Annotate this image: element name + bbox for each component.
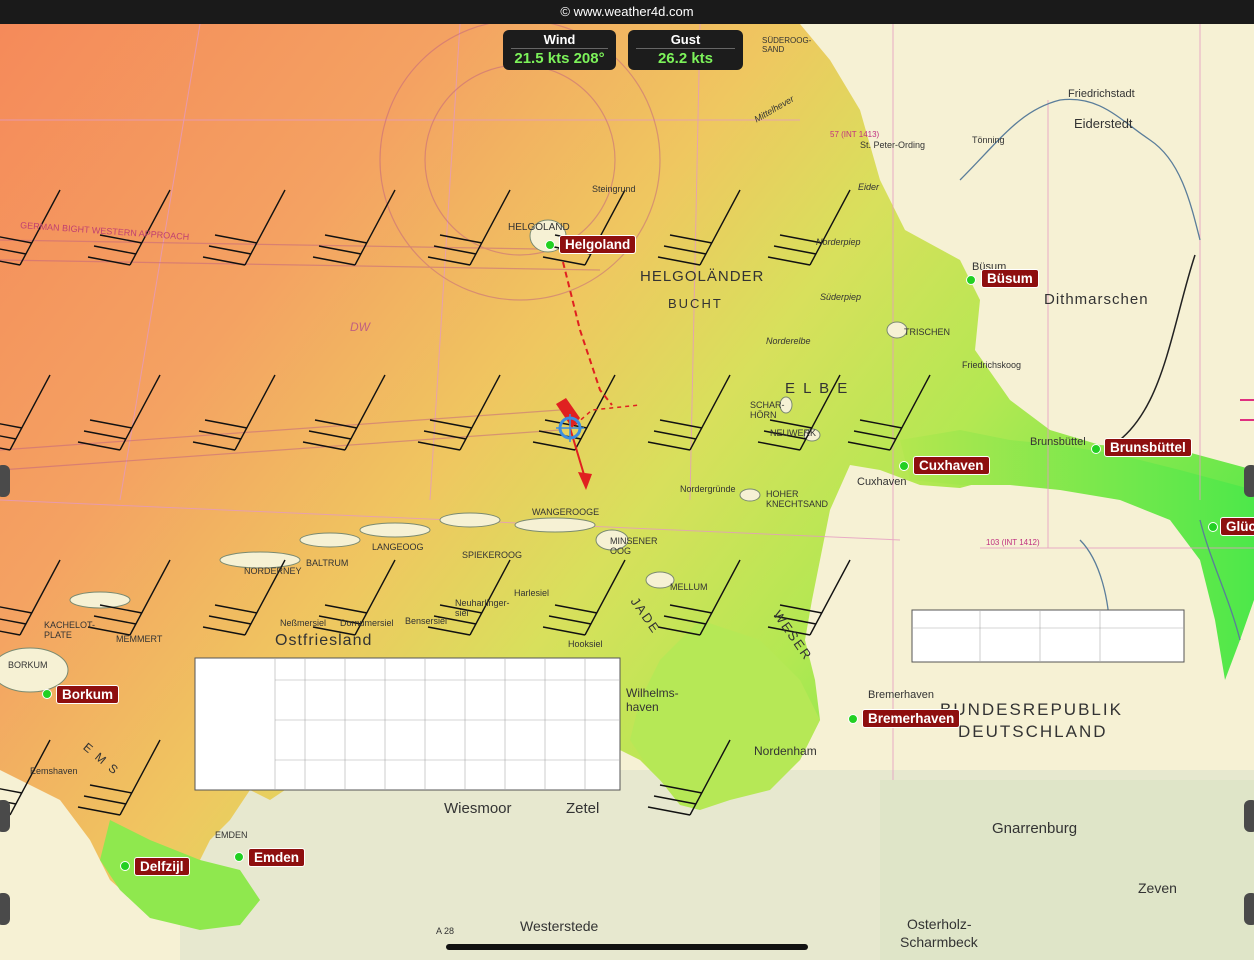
place-label-brunsbuettel[interactable]: Brunsbüttel [1104,438,1192,457]
island-norderney: NORDERNEY [244,566,302,576]
place-label-borkum[interactable]: Borkum [56,685,120,704]
island-scharhoern: SCHAR- HÖRN [750,400,785,420]
sandbank-steingrund: Steingrund [592,184,636,194]
place-label-delfzijl[interactable]: Delfzijl [134,857,190,876]
island-mellum: MELLUM [670,582,708,592]
town-zetel: Zetel [566,800,600,817]
chart-ref-103: 103 (INT 1412) [986,538,1040,547]
town-bremerhaven: Bremerhaven [868,689,935,701]
island-memmert: MEMMERT [116,634,163,644]
road-a28: A 28 [436,926,455,936]
topo-land-east [880,780,1254,960]
region-bundesrepublik: BUNDESREPUBLIK [940,700,1123,719]
town-gnarrenburg: Gnarrenburg [992,820,1078,837]
town-wilhelmshaven: Wilhelms- haven [626,686,679,714]
island-borkum: BORKUM [8,660,48,670]
town-wiesmoor: Wiesmoor [444,800,512,817]
marker-bremerhaven[interactable] [848,714,858,724]
region-dithmarschen: Dithmarschen [1044,291,1149,308]
right-panel-handle[interactable] [1244,465,1254,497]
town-cuxhaven: Cuxhaven [857,476,907,488]
river-elbe: E L B E [785,380,850,397]
town-osterholz: Osterholz- [907,916,972,932]
left-panel-handle-bottom[interactable] [0,893,10,925]
gust-readout: Gust 26.2 kts [628,30,743,70]
town-scharmbeck: Scharmbeck [900,934,978,950]
place-label-helgoland[interactable]: Helgoland [559,235,637,254]
copyright-bar: © www.weather4d.com [0,0,1254,24]
marker-delfzijl[interactable] [120,861,130,871]
channel-suederpiep: Süderpiep [820,292,862,302]
town-zeven: Zeven [1138,880,1177,896]
sea-bucht: BUCHT [668,296,723,311]
town-harlesiel: Harlesiel [514,588,550,598]
town-eemshaven: Eemshaven [30,766,78,776]
sandbank-nordergruende: Nordergründe [680,484,736,494]
island-langeoog: LANGEOOG [372,542,424,552]
marker-cuxhaven[interactable] [899,461,909,471]
island-neuwerk: NEUWERK [770,428,817,438]
right-panel-handle-lower[interactable] [1244,800,1254,832]
island-wangerooge: WANGEROOGE [532,507,600,517]
marker-borkum[interactable] [42,689,52,699]
town-bensersiel: Bensersiel [405,616,448,626]
left-panel-handle-lower[interactable] [0,800,10,832]
place-label-buesum[interactable]: Büsum [981,269,1039,288]
town-westerstede: Westerstede [520,918,599,934]
region-ostfriesland: Ostfriesland [275,632,373,649]
marker-buesum[interactable] [966,275,976,285]
wind-value: 21.5 kts 208° [514,50,605,67]
town-nessmersiel: Neßmersiel [280,618,327,628]
island-trischen: TRISCHEN [904,327,951,337]
right-panel-handle-bottom[interactable] [1244,893,1254,925]
river-eider: Eider [858,182,880,192]
place-label-glueckstadt[interactable]: Glüc [1220,517,1254,536]
sea-helgolaender: HELGOLÄNDER [640,268,765,285]
town-friedrichstadt: Friedrichstadt [1068,88,1135,100]
channel-norderpiep: Norderpiep [816,237,861,247]
island-helgoland: HELGOLAND [508,222,570,233]
gust-value: 26.2 kts [657,50,714,67]
marker-glueckstadt[interactable] [1208,522,1218,532]
left-panel-handle[interactable] [0,465,10,497]
channel-norderelbe: Norderelbe [766,336,811,346]
town-brunsbuettel: Brunsbüttel [1030,436,1086,448]
town-emden: EMDEN [215,830,248,840]
region-eiderstedt: Eiderstedt [1074,116,1133,131]
town-neuharlingersiel: Neuharlinger- siel [455,598,510,618]
place-label-bremerhaven[interactable]: Bremerhaven [862,709,961,728]
town-friedrichskoog: Friedrichskoog [962,360,1022,370]
wind-readout: Wind 21.5 kts 208° [503,30,616,70]
island-minsener-oog: MINSENER OOG [610,536,658,556]
marker-brunsbuettel[interactable] [1091,444,1101,454]
island-spiekeroog: SPIEKEROOG [462,550,523,560]
place-label-emden[interactable]: Emden [248,848,306,867]
sandbank-kachelot: KACHELOT- PLATE [44,620,96,640]
nautical-chart-map[interactable] [0,0,1254,960]
sandbank-suederoog: SÜDEROOG- SAND [762,36,812,54]
marker-helgoland[interactable] [545,240,555,250]
place-label-cuxhaven[interactable]: Cuxhaven [913,456,990,475]
home-indicator-bar[interactable] [446,944,808,950]
sandbank-hoher-knechtsand: HOHER KNECHTSAND [766,489,829,509]
town-toenning: Tönning [972,135,1005,145]
town-dornumersiel: Dornumersiel [340,618,394,628]
island-baltrum: BALTRUM [306,558,349,568]
wind-label: Wind [511,30,608,49]
zone-dw: DW [350,320,370,334]
town-nordenham: Nordenham [754,744,817,758]
region-deutschland: DEUTSCHLAND [958,722,1108,741]
marker-emden[interactable] [234,852,244,862]
town-hooksiel: Hooksiel [568,639,603,649]
copyright-text: © www.weather4d.com [560,4,694,19]
gust-label: Gust [636,30,735,49]
town-st-peter-ording: St. Peter-Ording [860,140,926,150]
chart-ref-57: 57 (INT 1413) [830,130,880,139]
